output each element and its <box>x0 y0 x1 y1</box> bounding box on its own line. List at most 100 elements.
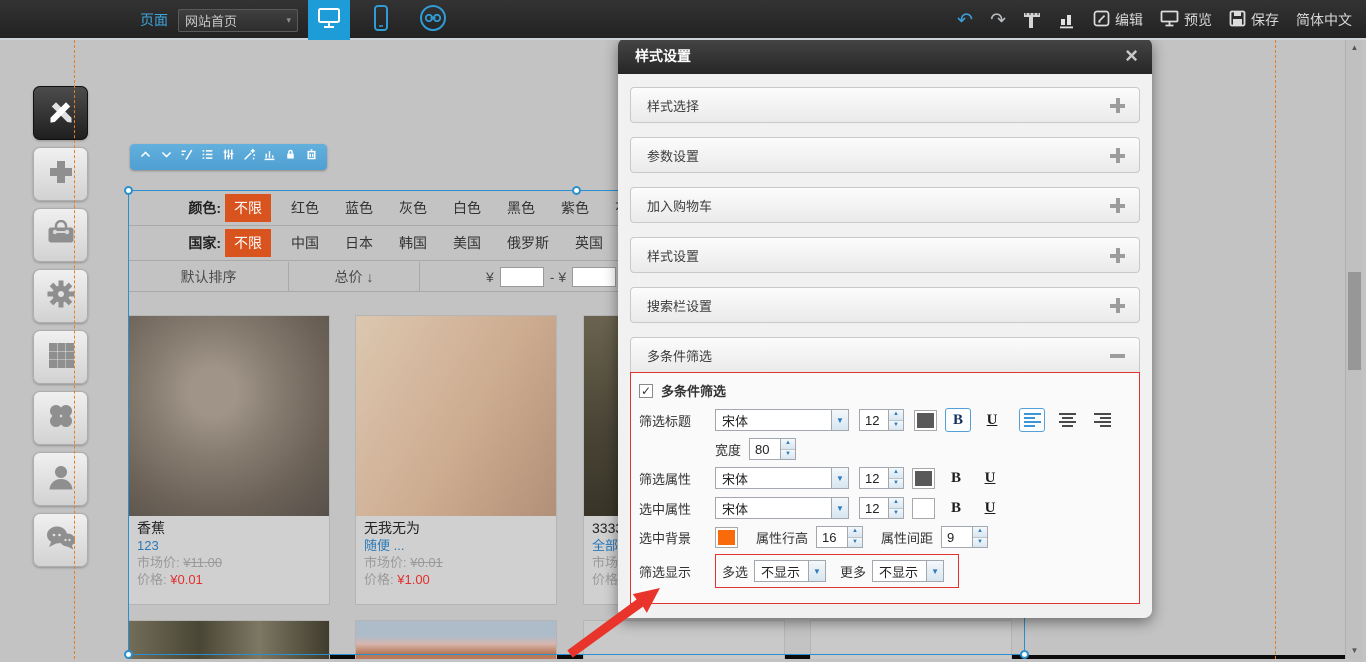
font-color-swatch[interactable] <box>912 468 935 489</box>
selection-handle[interactable] <box>572 186 581 195</box>
filter-option[interactable]: 白色 <box>440 198 494 218</box>
sidebar-widgets-button[interactable] <box>33 391 88 445</box>
language-label[interactable]: 简体中文 <box>1296 10 1352 30</box>
chevron-down-icon[interactable]: ▼ <box>831 468 848 488</box>
chart-icon[interactable] <box>263 148 276 166</box>
stepper-down-icon[interactable]: ▼ <box>889 509 903 519</box>
sidebar-add-button[interactable] <box>33 147 88 201</box>
font-family-select[interactable]: 宋体 ▼ <box>715 497 849 519</box>
filter-option[interactable]: 美国 <box>440 233 494 253</box>
close-icon[interactable]: × <box>1125 46 1138 66</box>
font-size-stepper[interactable]: 12 ▲▼ <box>859 467 904 489</box>
edit-icon[interactable] <box>180 148 193 166</box>
move-down-icon[interactable] <box>160 148 173 166</box>
product-card[interactable] <box>355 620 557 659</box>
more-display-select[interactable]: 不显示 ▼ <box>872 560 944 582</box>
chart-icon[interactable] <box>1058 11 1076 29</box>
expand-plus-icon[interactable] <box>1110 248 1125 263</box>
expand-plus-icon[interactable] <box>1110 98 1125 113</box>
expand-plus-icon[interactable] <box>1110 198 1125 213</box>
product-link[interactable]: 随便 ... <box>364 537 548 554</box>
underline-button[interactable]: U <box>979 408 1005 432</box>
section-add-to-cart[interactable]: 加入购物车 <box>630 187 1140 223</box>
stepper-down-icon[interactable]: ▼ <box>889 421 903 431</box>
title-width-stepper[interactable]: 80 ▲▼ <box>749 438 796 460</box>
bold-button[interactable]: B <box>943 496 969 520</box>
edit-button[interactable]: 编辑 <box>1093 10 1143 30</box>
product-card[interactable]: 无我无为 随便 ... 市场价: ¥0.01 价格: ¥1.00 <box>355 315 557 605</box>
section-style-settings[interactable]: 样式设置 <box>630 237 1140 273</box>
section-parameter-settings[interactable]: 参数设置 <box>630 137 1140 173</box>
filter-option[interactable]: 紫色 <box>548 198 602 218</box>
sidebar-design-tools-button[interactable] <box>33 86 88 140</box>
filter-option[interactable]: 韩国 <box>386 233 440 253</box>
expand-plus-icon[interactable] <box>1110 148 1125 163</box>
chevron-down-icon[interactable]: ▼ <box>831 410 848 430</box>
share-link-button[interactable] <box>412 0 454 40</box>
selection-handle[interactable] <box>124 186 133 195</box>
filter-option[interactable]: 蓝色 <box>332 198 386 218</box>
filter-option[interactable]: 俄罗斯 <box>494 233 562 253</box>
desktop-view-button[interactable] <box>308 0 350 40</box>
undo-icon[interactable]: ↶ <box>957 11 973 30</box>
page-scrollbar[interactable]: ▲ ▼ <box>1345 40 1362 659</box>
stepper-up-icon[interactable]: ▲ <box>781 439 795 450</box>
filter-option[interactable]: 中国 <box>278 233 332 253</box>
stepper-down-icon[interactable]: ▼ <box>889 479 903 489</box>
sidebar-settings-button[interactable] <box>33 269 88 323</box>
move-up-icon[interactable] <box>139 148 152 166</box>
section-search-bar[interactable]: 搜索栏设置 <box>630 287 1140 323</box>
underline-button[interactable]: U <box>977 496 1003 520</box>
filter-option[interactable]: 灰色 <box>386 198 440 218</box>
sidebar-toolbox-button[interactable] <box>33 208 88 262</box>
chevron-down-icon[interactable]: ▼ <box>831 498 848 518</box>
magic-wand-icon[interactable] <box>243 148 256 166</box>
stepper-up-icon[interactable]: ▲ <box>889 410 903 421</box>
stepper-up-icon[interactable]: ▲ <box>848 527 862 538</box>
font-color-swatch[interactable] <box>912 498 935 519</box>
filter-icon[interactable] <box>222 148 235 166</box>
stepper-down-icon[interactable]: ▼ <box>973 538 987 548</box>
save-button[interactable]: 保存 <box>1229 10 1279 30</box>
bold-button[interactable]: B <box>943 466 969 490</box>
spacing-stepper[interactable]: 9 ▲▼ <box>941 526 988 548</box>
font-color-swatch[interactable] <box>914 410 937 431</box>
scroll-up-arrow[interactable]: ▲ <box>1346 40 1363 56</box>
selection-handle[interactable] <box>1020 650 1029 659</box>
multi-filter-checkbox[interactable]: ✓ <box>639 384 653 398</box>
stepper-up-icon[interactable]: ▲ <box>889 468 903 479</box>
bold-button[interactable]: B <box>945 408 971 432</box>
filter-option-selected[interactable]: 不限 <box>225 194 271 222</box>
sort-price-tab[interactable]: 总价 ↓ <box>289 262 420 291</box>
font-family-select[interactable]: 宋体 ▼ <box>715 409 849 431</box>
section-style-select[interactable]: 样式选择 <box>630 87 1140 123</box>
stepper-down-icon[interactable]: ▼ <box>848 538 862 548</box>
font-size-stepper[interactable]: 12 ▲▼ <box>859 497 904 519</box>
align-center-button[interactable] <box>1054 408 1080 432</box>
lock-icon[interactable] <box>284 148 297 166</box>
preview-button[interactable]: 预览 <box>1160 10 1212 30</box>
delete-icon[interactable] <box>305 148 318 166</box>
scroll-down-arrow[interactable]: ▼ <box>1346 643 1363 659</box>
product-card[interactable] <box>810 620 1012 659</box>
ruler-icon[interactable] <box>1023 11 1041 29</box>
selected-bg-color-swatch[interactable] <box>715 527 738 548</box>
product-link[interactable]: 123 <box>137 537 321 554</box>
align-right-button[interactable] <box>1089 408 1115 432</box>
sidebar-user-button[interactable] <box>33 452 88 506</box>
redo-icon[interactable]: ↷ <box>990 11 1006 30</box>
align-left-button[interactable] <box>1019 408 1045 432</box>
sidebar-chat-button[interactable] <box>33 513 88 567</box>
collapse-minus-icon[interactable] <box>1110 348 1125 363</box>
page-select[interactable]: 网站首页 ▾ <box>178 9 298 32</box>
underline-button[interactable]: U <box>977 466 1003 490</box>
filter-option[interactable]: 黑色 <box>494 198 548 218</box>
product-card[interactable] <box>128 620 330 659</box>
filter-option[interactable]: 英国 <box>562 233 616 253</box>
multi-select-display-select[interactable]: 不显示 ▼ <box>754 560 826 582</box>
sort-default-tab[interactable]: 默认排序 <box>129 262 289 291</box>
filter-option[interactable]: 日本 <box>332 233 386 253</box>
product-card[interactable]: 香蕉 123 市场价: ¥11.00 价格: ¥0.01 <box>128 315 330 605</box>
font-size-stepper[interactable]: 12 ▲▼ <box>859 409 904 431</box>
selection-handle[interactable] <box>124 650 133 659</box>
